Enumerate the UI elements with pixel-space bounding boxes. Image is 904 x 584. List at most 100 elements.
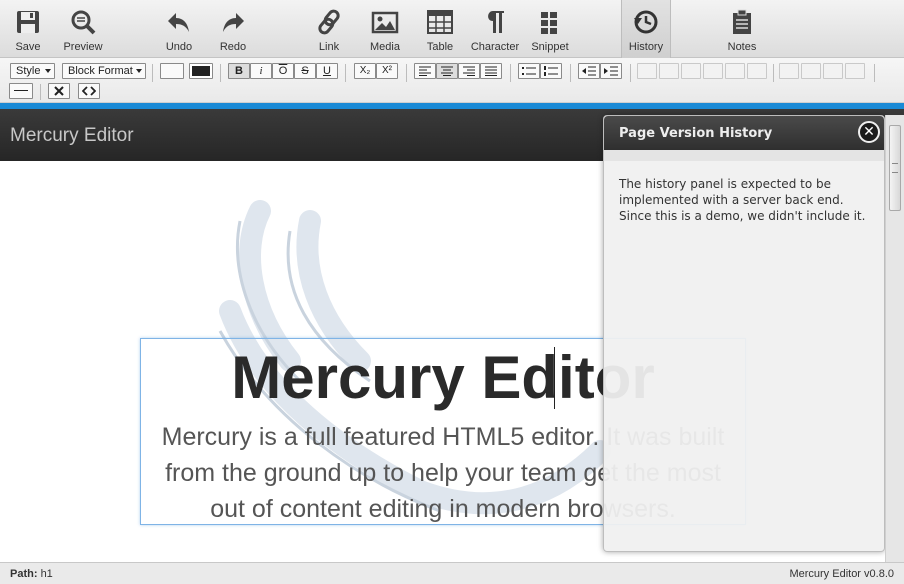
delete-column-button[interactable] bbox=[747, 63, 767, 79]
link-icon bbox=[318, 9, 340, 35]
status-bar: Path: h1 Mercury Editor v0.8.0 bbox=[0, 562, 904, 584]
background-color-button[interactable] bbox=[160, 63, 184, 79]
increase-colspan-button[interactable] bbox=[779, 63, 799, 79]
primary-toolbar: Save Preview Undo Redo Link Media Table … bbox=[0, 0, 904, 58]
history-panel: Page Version History ✕ The history panel… bbox=[603, 115, 885, 552]
insert-column-after-button[interactable] bbox=[725, 63, 745, 79]
separator bbox=[220, 64, 221, 82]
separator bbox=[570, 64, 571, 82]
delete-row-button[interactable] bbox=[681, 63, 701, 79]
table-label: Table bbox=[426, 41, 454, 53]
history-label: History bbox=[628, 41, 664, 53]
italic-button[interactable]: i bbox=[250, 63, 272, 79]
remove-formatting-button[interactable] bbox=[48, 83, 70, 99]
insert-row-after-button[interactable] bbox=[659, 63, 679, 79]
preview-button[interactable]: Preview bbox=[52, 0, 114, 58]
html-editor-button[interactable] bbox=[78, 83, 100, 99]
link-label: Link bbox=[318, 41, 340, 53]
separator bbox=[630, 64, 631, 82]
foreground-color-button[interactable] bbox=[189, 63, 213, 79]
block-format-select[interactable]: Block Format bbox=[62, 63, 146, 79]
path-value[interactable]: h1 bbox=[41, 568, 53, 580]
justify-right-button[interactable] bbox=[458, 63, 480, 79]
site-title: Mercury Editor bbox=[10, 125, 134, 146]
code-icon bbox=[81, 86, 97, 96]
bullet-list-icon bbox=[522, 67, 536, 75]
undo-button[interactable]: Undo bbox=[148, 0, 210, 58]
media-label: Media bbox=[370, 41, 400, 53]
horizontal-rule-icon bbox=[14, 90, 28, 91]
color-swatch bbox=[192, 66, 210, 76]
snippet-label: Snippet bbox=[531, 41, 569, 53]
preview-icon bbox=[71, 10, 96, 35]
redo-label: Redo bbox=[219, 41, 247, 53]
version-label: Mercury Editor v0.8.0 bbox=[789, 568, 894, 580]
close-icon: ✕ bbox=[863, 123, 875, 139]
redo-icon bbox=[223, 13, 244, 32]
align-right-icon bbox=[463, 66, 475, 76]
unordered-list-button[interactable] bbox=[518, 63, 540, 79]
underline-button[interactable]: U bbox=[316, 63, 338, 79]
insert-column-before-button[interactable] bbox=[703, 63, 723, 79]
notes-label: Notes bbox=[727, 41, 757, 53]
separator bbox=[152, 64, 153, 82]
media-button[interactable]: Media bbox=[354, 0, 416, 58]
superscript-button[interactable]: X² bbox=[376, 63, 398, 79]
decrease-colspan-button[interactable] bbox=[801, 63, 821, 79]
character-button[interactable]: Character bbox=[464, 0, 526, 58]
close-x-icon bbox=[54, 86, 64, 96]
separator bbox=[40, 84, 41, 100]
vertical-scrollbar[interactable] bbox=[885, 115, 904, 562]
save-label: Save bbox=[15, 41, 41, 53]
outdent-button[interactable] bbox=[578, 63, 600, 79]
numbered-list-icon bbox=[544, 66, 558, 76]
separator bbox=[345, 64, 346, 82]
character-label: Character bbox=[470, 41, 520, 53]
justify-full-button[interactable] bbox=[480, 63, 502, 79]
preview-label: Preview bbox=[63, 41, 103, 53]
separator bbox=[773, 64, 774, 82]
overline-button[interactable]: O bbox=[272, 63, 294, 79]
table-button[interactable]: Table bbox=[409, 0, 471, 58]
panel-header: Page Version History ✕ bbox=[604, 116, 884, 150]
undo-label: Undo bbox=[165, 41, 193, 53]
separator bbox=[510, 64, 511, 82]
redo-button[interactable]: Redo bbox=[202, 0, 264, 58]
insert-row-before-button[interactable] bbox=[637, 63, 657, 79]
snippet-icon bbox=[541, 12, 557, 34]
justify-left-button[interactable] bbox=[414, 63, 436, 79]
justify-center-button[interactable] bbox=[436, 63, 458, 79]
link-button[interactable]: Link bbox=[298, 0, 360, 58]
ordered-list-button[interactable] bbox=[540, 63, 562, 79]
indent-button[interactable] bbox=[600, 63, 622, 79]
bold-button[interactable]: B bbox=[228, 63, 250, 79]
close-panel-button[interactable]: ✕ bbox=[858, 121, 880, 143]
style-select[interactable]: Style bbox=[10, 63, 55, 79]
increase-rowspan-button[interactable] bbox=[823, 63, 843, 79]
subscript-button[interactable]: X₂ bbox=[354, 63, 376, 79]
panel-body-text: The history panel is expected to be impl… bbox=[619, 177, 866, 223]
scrollbar-thumb[interactable] bbox=[889, 125, 901, 211]
undo-icon bbox=[168, 13, 189, 32]
separator bbox=[874, 64, 875, 82]
separator bbox=[406, 64, 407, 82]
align-justify-icon bbox=[485, 66, 497, 76]
panel-title: Page Version History bbox=[619, 126, 773, 141]
history-button[interactable]: History bbox=[621, 0, 671, 58]
history-icon bbox=[634, 10, 658, 34]
notes-icon bbox=[733, 9, 751, 34]
media-icon bbox=[371, 11, 399, 34]
text-cursor bbox=[554, 347, 555, 409]
save-button[interactable]: Save bbox=[0, 0, 59, 58]
align-center-icon bbox=[441, 66, 453, 76]
decrease-rowspan-button[interactable] bbox=[845, 63, 865, 79]
notes-button[interactable]: Notes bbox=[711, 0, 773, 58]
indent-icon bbox=[604, 66, 618, 76]
strikethrough-button[interactable]: S bbox=[294, 63, 316, 79]
align-left-icon bbox=[419, 66, 431, 76]
outdent-icon bbox=[582, 66, 596, 76]
table-icon bbox=[427, 10, 453, 34]
pilcrow-icon bbox=[488, 11, 504, 33]
horizontal-rule-button[interactable] bbox=[9, 83, 33, 99]
snippet-button[interactable]: Snippet bbox=[519, 0, 581, 58]
